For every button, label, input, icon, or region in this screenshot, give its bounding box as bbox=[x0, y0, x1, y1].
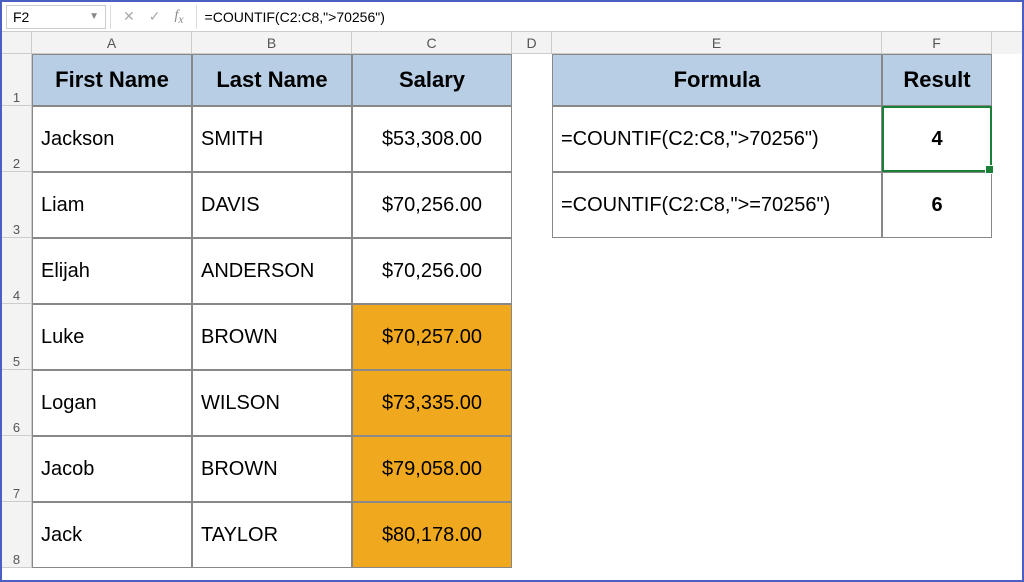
formula-bar-icons: ✕ ✓ fx bbox=[110, 5, 197, 29]
name-box[interactable]: F2 ▼ bbox=[6, 5, 106, 29]
col-header-C[interactable]: C bbox=[352, 32, 512, 54]
cell-salary-3[interactable]: $70,256.00 bbox=[352, 172, 512, 238]
cell-firstname-3[interactable]: Liam bbox=[32, 172, 192, 238]
cell-lastname-5[interactable]: BROWN bbox=[192, 304, 352, 370]
cell-firstname-4[interactable]: Elijah bbox=[32, 238, 192, 304]
cell-firstname-7[interactable]: Jacob bbox=[32, 436, 192, 502]
header-formula[interactable]: Formula bbox=[552, 54, 882, 106]
header-result[interactable]: Result bbox=[882, 54, 992, 106]
cell-lastname-4[interactable]: ANDERSON bbox=[192, 238, 352, 304]
formula-bar: F2 ▼ ✕ ✓ fx =COUNTIF(C2:C8,">70256") bbox=[2, 2, 1022, 32]
name-box-value: F2 bbox=[13, 9, 29, 25]
select-all-corner[interactable] bbox=[2, 32, 32, 54]
cell-result-3[interactable]: 6 bbox=[882, 172, 992, 238]
col-header-D[interactable]: D bbox=[512, 32, 552, 54]
column-headers: A B C D E F bbox=[2, 32, 1022, 54]
cell-salary-4[interactable]: $70,256.00 bbox=[352, 238, 512, 304]
spreadsheet-grid: A B C D E F 1 2 3 4 5 6 7 8 First NameLa… bbox=[2, 32, 1022, 580]
row-header-2[interactable]: 2 bbox=[2, 106, 32, 172]
header-last-name[interactable]: Last Name bbox=[192, 54, 352, 106]
cell-firstname-2[interactable]: Jackson bbox=[32, 106, 192, 172]
cell-firstname-8[interactable]: Jack bbox=[32, 502, 192, 568]
formula-input[interactable]: =COUNTIF(C2:C8,">70256") bbox=[197, 5, 1022, 29]
cancel-icon[interactable]: ✕ bbox=[123, 8, 135, 25]
cell-formula-2[interactable]: =COUNTIF(C2:C8,">70256") bbox=[552, 106, 882, 172]
fx-icon[interactable]: fx bbox=[174, 8, 183, 26]
row-header-8[interactable]: 8 bbox=[2, 502, 32, 568]
cell-lastname-7[interactable]: BROWN bbox=[192, 436, 352, 502]
cell-lastname-2[interactable]: SMITH bbox=[192, 106, 352, 172]
row-header-3[interactable]: 3 bbox=[2, 172, 32, 238]
cell-formula-3[interactable]: =COUNTIF(C2:C8,">=70256") bbox=[552, 172, 882, 238]
cell-salary-5[interactable]: $70,257.00 bbox=[352, 304, 512, 370]
cell-lastname-6[interactable]: WILSON bbox=[192, 370, 352, 436]
cell-salary-8[interactable]: $80,178.00 bbox=[352, 502, 512, 568]
cell-salary-7[interactable]: $79,058.00 bbox=[352, 436, 512, 502]
row-header-6[interactable]: 6 bbox=[2, 370, 32, 436]
header-salary[interactable]: Salary bbox=[352, 54, 512, 106]
row-headers: 1 2 3 4 5 6 7 8 bbox=[2, 54, 32, 568]
cell-salary-2[interactable]: $53,308.00 bbox=[352, 106, 512, 172]
row-header-7[interactable]: 7 bbox=[2, 436, 32, 502]
row-header-1[interactable]: 1 bbox=[2, 54, 32, 106]
col-header-A[interactable]: A bbox=[32, 32, 192, 54]
col-header-B[interactable]: B bbox=[192, 32, 352, 54]
col-header-F[interactable]: F bbox=[882, 32, 992, 54]
row-header-5[interactable]: 5 bbox=[2, 304, 32, 370]
row-header-4[interactable]: 4 bbox=[2, 238, 32, 304]
formula-input-value: =COUNTIF(C2:C8,">70256") bbox=[205, 9, 385, 25]
cell-firstname-6[interactable]: Logan bbox=[32, 370, 192, 436]
cell-result-2[interactable]: 4 bbox=[882, 106, 992, 172]
cell-lastname-3[interactable]: DAVIS bbox=[192, 172, 352, 238]
cell-firstname-5[interactable]: Luke bbox=[32, 304, 192, 370]
cell-salary-6[interactable]: $73,335.00 bbox=[352, 370, 512, 436]
header-first-name[interactable]: First Name bbox=[32, 54, 192, 106]
name-box-dropdown-icon[interactable]: ▼ bbox=[89, 11, 99, 22]
cell-lastname-8[interactable]: TAYLOR bbox=[192, 502, 352, 568]
enter-icon[interactable]: ✓ bbox=[149, 8, 161, 25]
col-header-E[interactable]: E bbox=[552, 32, 882, 54]
